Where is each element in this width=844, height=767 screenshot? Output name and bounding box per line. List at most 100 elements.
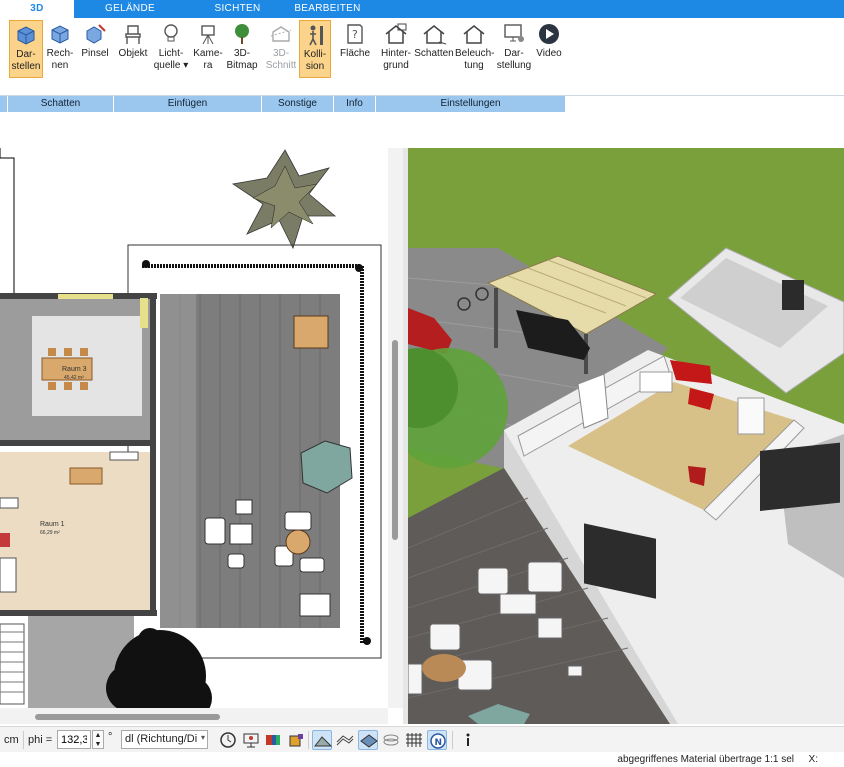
schatten-settings-button[interactable]: Schatten [414,20,454,78]
status-x-coordinate: X: [808,754,818,765]
phi-input[interactable] [57,730,91,749]
surface-mode-button[interactable] [358,730,378,750]
tree-symbol [231,149,337,250]
toolbar-separator [452,731,453,749]
info-button[interactable] [458,730,478,750]
rechnen-label: Rech- nen [46,48,74,71]
collision-icon [309,25,323,46]
material-picker-button[interactable] [263,730,283,750]
toolbar-separator [23,731,24,749]
bitmap-3d-label: 3D- Bitmap [226,48,258,71]
objekt-button[interactable]: Objekt [116,20,150,78]
ribbon-tab-bar: 3D GELÄNDE SICHTEN BEARBEITEN [0,0,844,18]
beleuchtung-label: Beleuch- tung [455,48,495,71]
pinsel-label: Pinsel [81,48,109,59]
tab-gelaende[interactable]: GELÄNDE [95,0,165,18]
chair-icon [125,25,141,44]
toolbar-separator [308,731,309,749]
kamera-button[interactable]: Kame- ra [192,20,224,78]
grid-button[interactable] [404,730,424,750]
surface-icon [360,734,378,748]
group-bar-spacer [0,96,8,112]
tree-icon [235,24,249,44]
unit-label: cm [4,734,19,746]
degree-label: ° [108,731,113,743]
terrain-icon [313,736,333,747]
texture-mode-button[interactable] [335,730,355,750]
pinsel-button[interactable]: Pinsel [78,20,112,78]
plan-vertical-scroll-thumb[interactable] [392,340,398,540]
room-label-raum3: Raum 3 [62,366,87,373]
clock-icon [220,732,236,748]
flaeche-label: Fläche [339,48,370,59]
direction-select[interactable]: dl (Richtung/Di ▾ [121,730,208,749]
flaeche-button[interactable]: ? Fläche [337,20,373,78]
room-label-raum1: Raum 1 [40,521,65,528]
section-icon [270,26,292,42]
schatten-settings-label: Schatten [414,48,454,59]
direction-select-value: dl (Richtung/Di [125,733,198,745]
phi-spinner[interactable]: ▲ ▼ [92,730,104,749]
3d-render-canvas[interactable] [408,148,844,724]
plan-horizontal-scroll-thumb[interactable] [35,714,220,720]
cube-render-icon [17,26,35,45]
lichtquelle-label: Licht- quelle ▾ [153,48,189,71]
presentation-button[interactable] [241,730,261,750]
floor-plan-2d-view[interactable]: Raum 3 45,42 m² Raum 1 66,29 m² [0,148,403,724]
bottom-toolbar: cm phi = ▲▼ ° dl (Richtung/Di ▾ N [0,726,844,752]
lichtquelle-button[interactable]: Licht- quelle ▾ [152,20,190,78]
beleuchtung-button[interactable]: Beleuch- tung [455,20,495,78]
rechnen-button[interactable]: Rech- nen [44,20,76,78]
group-label-einstellungen: Einstellungen [376,96,566,112]
play-icon [539,24,559,44]
video-button[interactable]: Video [534,20,564,78]
group-label-einfuegen: Einfügen [114,96,262,112]
house-light-icon [463,25,485,44]
ribbon-panel: Dar- stellen Rech- nen Pinsel Objekt Lic… [0,18,844,112]
palette-icon [266,735,280,745]
clock-button[interactable] [218,730,238,750]
darstellen-button[interactable]: Dar- stellen [9,20,43,78]
tab-bearbeiten[interactable]: BEARBEITEN [290,0,365,18]
hintergrund-button[interactable]: Hinter- grund [377,20,415,78]
status-bar: abgegriffenes Material übertrage 1:1 sel… [0,752,844,767]
darstellung-settings-button[interactable]: Dar- stellung [495,20,533,78]
tab-sichten[interactable]: SICHTEN [205,0,270,18]
monitor-icon [243,733,259,748]
lightbulb-icon [164,24,178,42]
darstellen-label: Dar- stellen [11,49,41,72]
kollision-label: Kolli- sion [303,49,327,72]
floor-plan-canvas[interactable]: Raum 3 45,42 m² Raum 1 66,29 m² [0,148,403,724]
display-settings-icon [504,24,524,42]
video-label: Video [536,48,562,59]
bitmap-3d-button[interactable]: 3D- Bitmap [225,20,259,78]
svg-text:N: N [435,738,443,748]
status-message: abgegriffenes Material übertrage 1:1 sel [617,754,794,765]
area-info-icon: ? [347,24,363,44]
schnitt-3d-label: 3D- Schnitt [265,48,297,71]
info-icon [466,733,470,746]
layers-button[interactable] [381,730,401,750]
kamera-label: Kame- ra [193,48,223,71]
texture-icon [336,735,354,746]
room-area-raum3: 45,42 m² [64,375,84,381]
cube-calc-icon [51,25,69,44]
cube-brush-icon [86,24,106,44]
phi-label: phi = [28,734,53,746]
room-area-raum1: 66,29 m² [40,530,60,536]
tab-3d[interactable]: 3D [0,0,74,18]
group-label-sonstige: Sonstige [262,96,334,112]
group-label-schatten: Schatten [8,96,114,112]
grid-icon [406,733,422,747]
terrain-mode-button[interactable] [312,730,333,750]
svg-text:?: ? [352,28,358,41]
kollision-button[interactable]: Kolli- sion [299,20,331,78]
material-apply-button[interactable] [286,730,306,750]
north-button[interactable]: N [427,730,447,750]
layers-icon [383,734,399,746]
paint-bucket-icon [289,734,303,747]
chevron-down-icon: ▾ [200,733,205,742]
objekt-label: Objekt [118,48,148,59]
schnitt-3d-button[interactable]: 3D- Schnitt [264,20,298,78]
3d-view[interactable] [408,148,844,724]
